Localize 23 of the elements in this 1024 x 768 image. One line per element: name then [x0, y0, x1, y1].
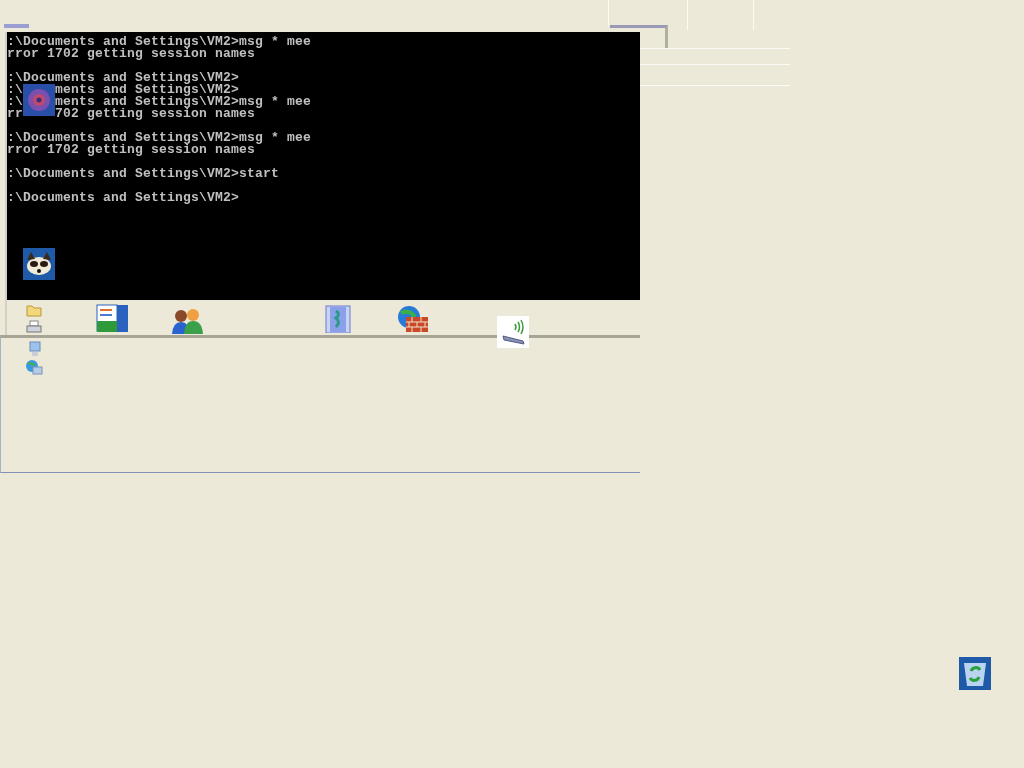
- network-computer-icon[interactable]: [25, 359, 43, 377]
- console-line: :\Documents and Settings\VM2>: [7, 192, 240, 204]
- control-panel-icon[interactable]: [96, 304, 129, 333]
- recycle-bin-icon[interactable]: [959, 657, 991, 690]
- console-text: ments and Settings\VM2>msg * mee: [55, 96, 312, 108]
- console-line: :\Documents and Settings\VM2>start: [7, 168, 280, 180]
- console-text: :\: [7, 96, 23, 108]
- console-text: 702 getting session names: [55, 108, 256, 120]
- firewall-icon[interactable]: [397, 305, 429, 333]
- console-text: :\: [7, 84, 23, 96]
- monitor-icon[interactable]: [28, 341, 42, 357]
- raccoon-icon[interactable]: [23, 248, 55, 280]
- console-line: :\Documents and Settings\VM2>msg * mee: [7, 132, 312, 144]
- console-line: :\Documents and Settings\VM2>: [7, 72, 240, 84]
- users-icon[interactable]: [171, 306, 204, 334]
- console-line: rror 1702 getting session names: [7, 48, 256, 60]
- printer-icon[interactable]: [26, 320, 42, 334]
- console-text: rr: [7, 108, 23, 120]
- console-line: rror 1702 getting session names: [7, 144, 256, 156]
- console-line: :\Documents and Settings\VM2>msg * mee: [7, 36, 312, 48]
- console-text: ments and Settings\VM2>: [55, 84, 240, 96]
- book-icon[interactable]: [323, 305, 353, 333]
- wireless-device-icon[interactable]: [497, 316, 529, 348]
